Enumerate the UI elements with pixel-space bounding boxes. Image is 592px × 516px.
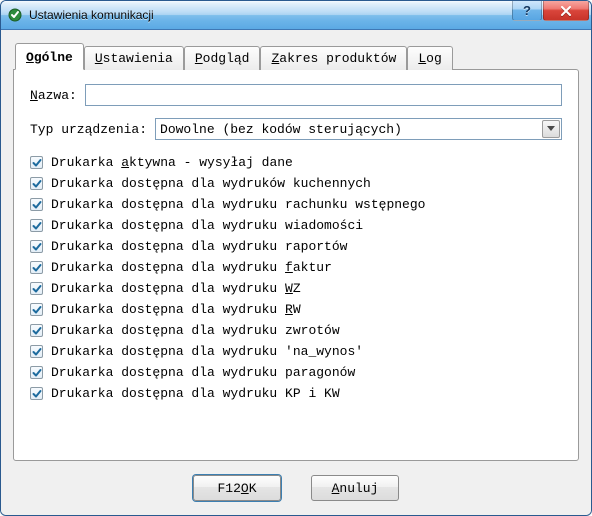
tab-log[interactable]: Log: [407, 46, 452, 70]
help-button[interactable]: ?: [512, 1, 542, 21]
checkbox[interactable]: [30, 198, 43, 211]
checkbox[interactable]: [30, 156, 43, 169]
checkbox[interactable]: [30, 240, 43, 253]
device-type-value: Dowolne (bez kodów sterujących): [160, 122, 402, 137]
checkbox-label[interactable]: Drukarka dostępna dla wydruku rachunku w…: [51, 197, 425, 212]
checkbox-label[interactable]: Drukarka aktywna - wysyłaj dane: [51, 155, 293, 170]
checkbox-label[interactable]: Drukarka dostępna dla wydruków kuchennyc…: [51, 176, 371, 191]
checkbox[interactable]: [30, 177, 43, 190]
checkbox-label[interactable]: Drukarka dostępna dla wydruku raportów: [51, 239, 347, 254]
dialog-buttons: F12 OK Anuluj: [13, 461, 579, 501]
tab-zakres-produktow[interactable]: Zakres produktów: [260, 46, 407, 70]
checkbox-row: Drukarka dostępna dla wydruku paragonów: [30, 362, 562, 383]
window-title: Ustawienia komunikacji: [29, 8, 154, 22]
checkbox-label[interactable]: Drukarka dostępna dla wydruku faktur: [51, 260, 332, 275]
window-buttons: ?: [511, 1, 589, 21]
checkbox-label[interactable]: Drukarka dostępna dla wydruku KP i KW: [51, 386, 340, 401]
checkbox-row: Drukarka dostępna dla wydruku rachunku w…: [30, 194, 562, 215]
row-name: Nazwa:: [30, 84, 562, 106]
app-icon: [7, 7, 23, 23]
ok-button[interactable]: F12 OK: [193, 475, 281, 501]
checkbox-row: Drukarka dostępna dla wydruku RW: [30, 299, 562, 320]
checkbox[interactable]: [30, 261, 43, 274]
checkbox[interactable]: [30, 366, 43, 379]
row-device-type: Typ urządzenia: Dowolne (bez kodów steru…: [30, 118, 562, 140]
dialog-window: Ustawienia komunikacji ? Ogólne Ustawien…: [0, 0, 592, 516]
label-device-type: Typ urządzenia:: [30, 122, 147, 137]
checkbox-label[interactable]: Drukarka dostępna dla wydruku 'na_wynos': [51, 344, 363, 359]
tab-podglad[interactable]: Podgląd: [184, 46, 261, 70]
checkbox[interactable]: [30, 219, 43, 232]
checkbox-label[interactable]: Drukarka dostępna dla wydruku WZ: [51, 281, 301, 296]
checkbox[interactable]: [30, 387, 43, 400]
checkbox-label[interactable]: Drukarka dostępna dla wydruku zwrotów: [51, 323, 340, 338]
dropdown-arrow-icon: [542, 120, 560, 138]
checkbox-row: Drukarka dostępna dla wydruku wiadomości: [30, 215, 562, 236]
checkbox-row: Drukarka dostępna dla wydruku raportów: [30, 236, 562, 257]
checkbox-row: Drukarka dostępna dla wydruku 'na_wynos': [30, 341, 562, 362]
cancel-button[interactable]: Anuluj: [311, 475, 399, 501]
checkbox-row: Drukarka aktywna - wysyłaj dane: [30, 152, 562, 173]
device-type-combobox[interactable]: Dowolne (bez kodów sterujących): [155, 118, 562, 140]
close-button[interactable]: [543, 1, 589, 21]
checkbox-row: Drukarka dostępna dla wydruku WZ: [30, 278, 562, 299]
checkbox-label[interactable]: Drukarka dostępna dla wydruku RW: [51, 302, 301, 317]
name-input[interactable]: [85, 84, 562, 106]
checkbox[interactable]: [30, 324, 43, 337]
checkbox-label[interactable]: Drukarka dostępna dla wydruku paragonów: [51, 365, 355, 380]
checkbox[interactable]: [30, 303, 43, 316]
checkbox-row: Drukarka dostępna dla wydruku faktur: [30, 257, 562, 278]
client-area: Ogólne Ustawienia Podgląd Zakres produkt…: [1, 30, 591, 515]
checkbox[interactable]: [30, 345, 43, 358]
tabpanel-ogolne: Nazwa: Typ urządzenia: Dowolne (bez kodó…: [13, 69, 579, 461]
tabstrip: Ogólne Ustawienia Podgląd Zakres produkt…: [13, 42, 579, 69]
checkbox-row: Drukarka dostępna dla wydruku KP i KW: [30, 383, 562, 404]
checkbox-row: Drukarka dostępna dla wydruku zwrotów: [30, 320, 562, 341]
titlebar: Ustawienia komunikacji ?: [1, 1, 591, 30]
checkbox-row: Drukarka dostępna dla wydruków kuchennyc…: [30, 173, 562, 194]
tab-ogolne[interactable]: Ogólne: [15, 43, 84, 70]
label-name: Nazwa:: [30, 88, 77, 103]
checkbox-label[interactable]: Drukarka dostępna dla wydruku wiadomości: [51, 218, 363, 233]
checkbox[interactable]: [30, 282, 43, 295]
checkbox-list: Drukarka aktywna - wysyłaj dane Drukarka …: [30, 152, 562, 404]
tab-ustawienia[interactable]: Ustawienia: [84, 46, 184, 70]
